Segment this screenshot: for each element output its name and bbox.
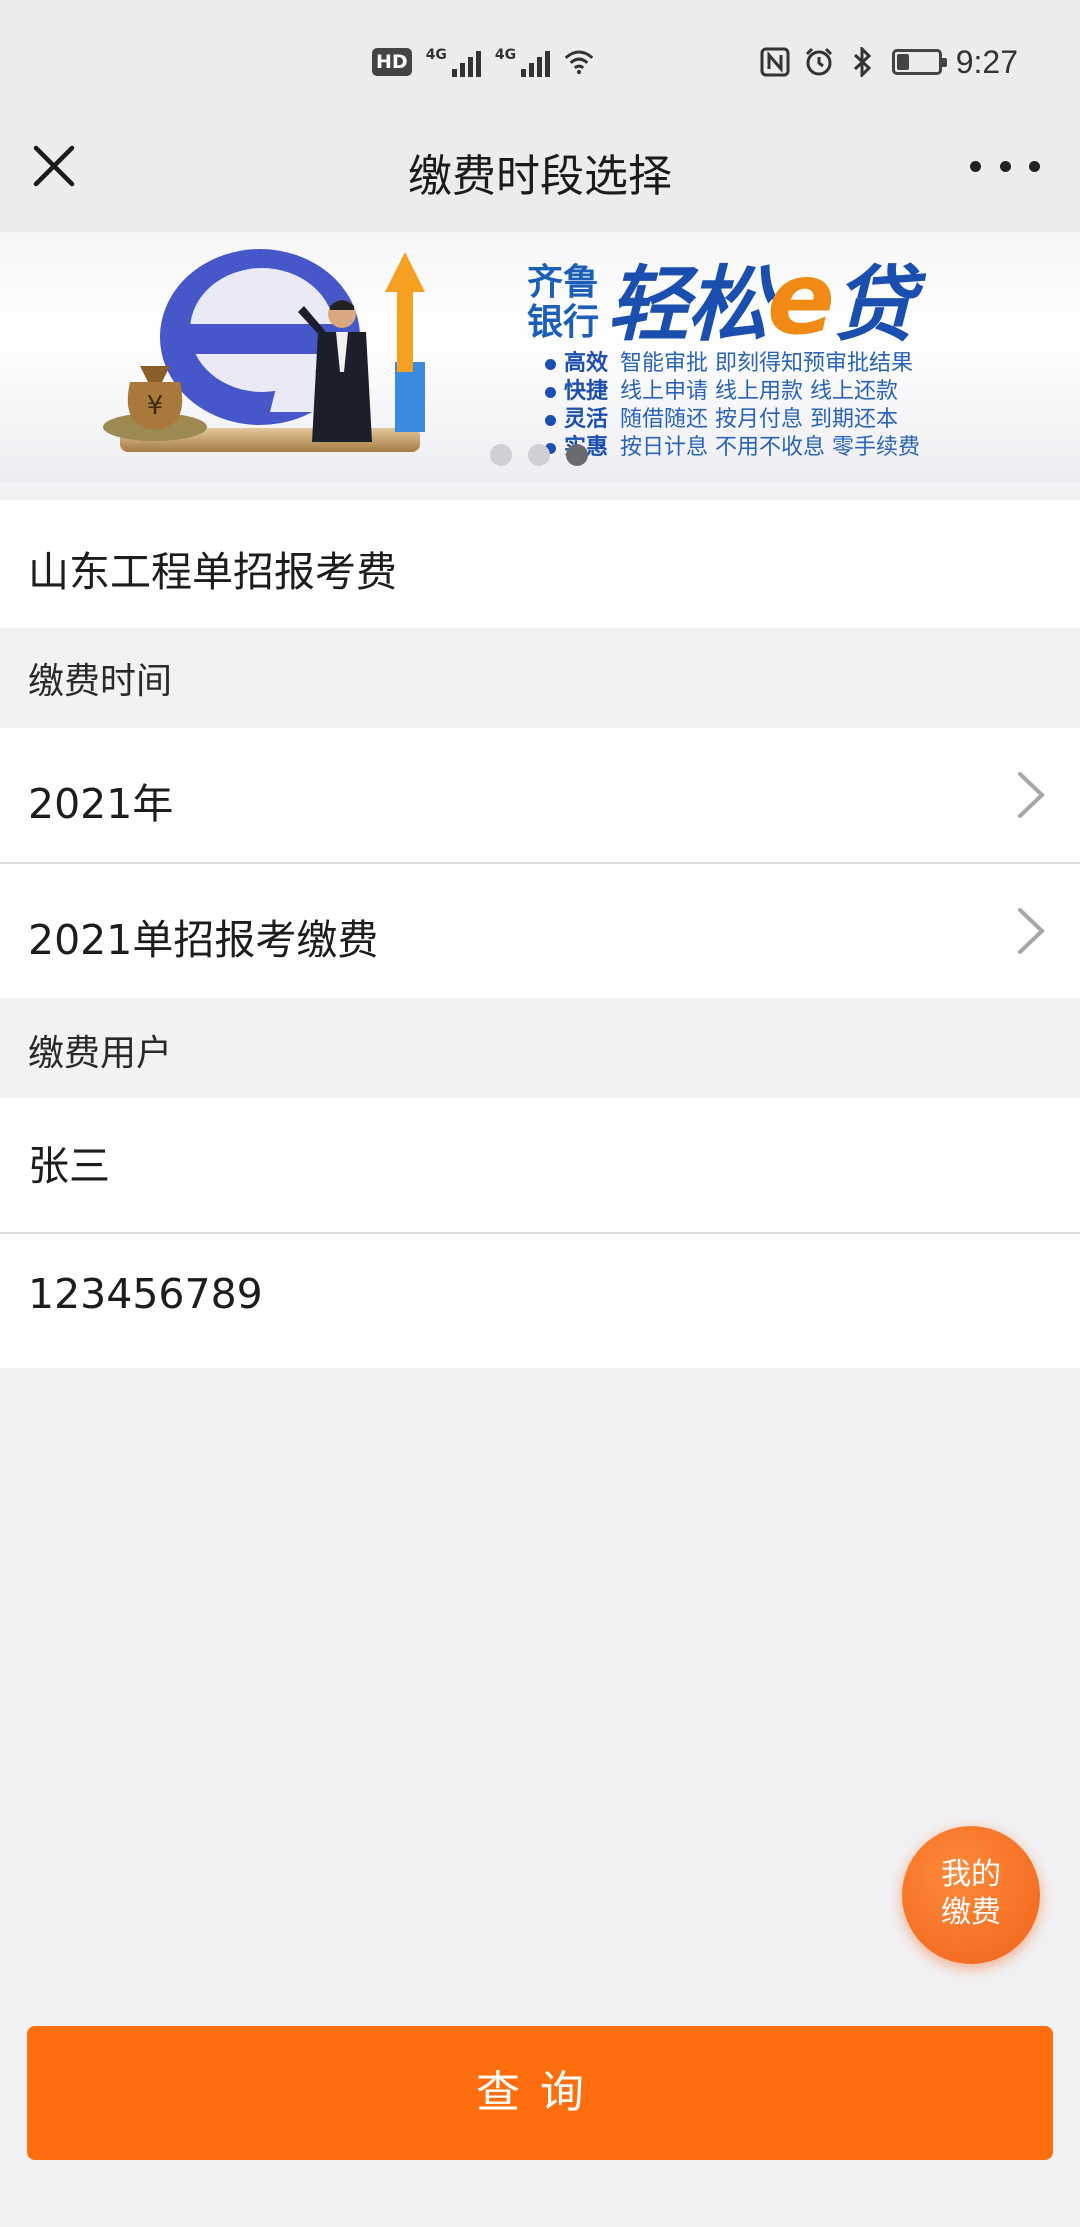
user-name-row[interactable]: 张三 [0,1098,1080,1232]
battery-icon [891,49,947,75]
banner-features: 高效 智能审批 即刻得知预审批结果 快捷 线上申请 线上用款 线上还款 灵活 随借随还… [545,350,920,462]
product-name: 轻松e贷 [607,249,915,353]
banner-brand: 齐鲁银行 轻松e贷 [527,249,915,353]
alarm-icon [804,47,834,77]
feature-item: 快捷 线上申请 线上用款 线上还款 [545,378,920,406]
bank-name: 齐鲁银行 [527,261,600,343]
carousel-dot-active[interactable] [566,444,588,466]
section-label-time: 缴费时间 [28,661,173,702]
carousel-dot[interactable] [490,444,512,466]
section-label-user: 缴费用户 [28,1033,173,1074]
feature-item: 灵活 随借随还 按月付息 到期还本 [545,406,920,434]
feature-tag: 高效 [564,351,609,376]
chevron-right-icon [1012,906,1048,956]
status-right: 9:27 [760,42,1018,82]
year-value: 2021年 [28,780,174,828]
period-select-row[interactable]: 2021单招报考缴费 [0,864,1080,998]
feature-tag: 快捷 [564,379,609,404]
year-select-row[interactable]: 2021年 [0,728,1080,862]
user-name-field[interactable]: 张三 [28,1132,110,1192]
network-type-label: 4G [425,47,447,63]
user-id-field[interactable]: 123456789 [28,1270,263,1318]
payment-item-name: 山东工程单招报考费 [28,548,397,596]
feature-text: 线上申请 线上用款 线上还款 [620,379,899,404]
nfc-icon [760,47,790,77]
carousel-dots [490,444,588,466]
fab-line1: 我的 [941,1857,1001,1892]
feature-item: 高效 智能审批 即刻得知预审批结果 [545,350,920,378]
svg-text:¥: ¥ [147,391,164,421]
my-payments-button[interactable]: 我的 缴费 [902,1826,1040,1964]
chevron-right-icon [1012,770,1048,820]
money-bag-icon: ¥ [100,342,210,442]
feature-text: 智能审批 即刻得知预审批结果 [620,351,914,376]
signal-icon: 4G [426,47,481,77]
signal-icon-2: 4G [494,47,551,77]
product-prefix: 轻松 [607,258,769,353]
growth-arrow-icon [375,252,435,432]
more-icon[interactable] [970,156,1040,176]
status-left: HD 4G 4G [372,42,594,82]
user-id-row[interactable]: 123456789 [0,1234,1080,1368]
feature-text: 按日计息 不用不收息 零手续费 [620,435,921,460]
product-suffix: 贷 [832,258,915,353]
feature-text: 随借随还 按月付息 到期还本 [620,407,899,432]
nav-bar: 缴费时段选择 [0,100,1080,232]
payment-item-row: 山东工程单招报考费 [0,500,1080,628]
carousel-dot[interactable] [528,444,550,466]
query-button[interactable]: 查询 [27,2026,1053,2160]
fab-line2: 缴费 [941,1895,1001,1930]
network-type-label-2: 4G [494,47,517,63]
page-title: 缴费时段选择 [408,151,672,202]
bluetooth-icon [848,47,878,77]
period-value: 2021单招报考缴费 [28,916,379,964]
hd-badge: HD [372,48,412,76]
product-e: e [767,240,835,357]
promo-banner[interactable]: ¥ 齐鲁银行 轻松e贷 高效 智能审批 即刻得知预审批结果 快捷 线上申请 线上用款… [0,232,1080,482]
clock: 9:27 [955,43,1018,80]
feature-tag: 灵活 [564,407,609,432]
feature-item: 实惠 按日计息 不用不收息 零手续费 [545,434,920,462]
wifi-icon [564,47,594,77]
